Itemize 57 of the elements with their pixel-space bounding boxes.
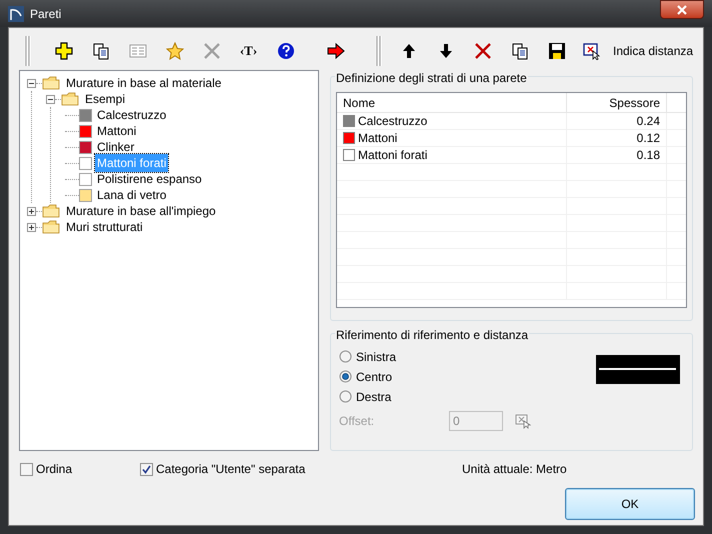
unit-label: Unità attuale: Metro: [462, 461, 567, 478]
pick-icon[interactable]: [515, 413, 531, 430]
indicate-distance-button[interactable]: Indica distanza: [583, 38, 694, 64]
expand-icon[interactable]: [27, 222, 36, 232]
tree-item[interactable]: Lana di vetro: [95, 186, 168, 204]
table-cell-text: Calcestruzzo: [358, 113, 428, 130]
expand-icon[interactable]: [27, 206, 36, 216]
star-icon: [166, 42, 184, 60]
close-icon: [677, 4, 687, 14]
toolbar-grip[interactable]: [25, 36, 31, 66]
ok-button[interactable]: OK: [565, 488, 695, 520]
tree-item[interactable]: Muri strutturati: [64, 218, 145, 236]
column-header[interactable]: Nome: [343, 94, 376, 112]
folder-icon: [42, 76, 60, 90]
checkbox[interactable]: [20, 462, 33, 476]
tree-item[interactable]: Murature in base all'impiego: [64, 202, 218, 220]
radio-label[interactable]: Centro: [356, 368, 392, 386]
table-cell-text: 0.24: [636, 113, 660, 130]
offset-label: Offset:: [339, 413, 376, 430]
form-icon: [128, 42, 146, 60]
radio-button[interactable]: [339, 370, 352, 384]
table-cell-text: Mattoni: [358, 130, 398, 147]
checkbox[interactable]: [140, 462, 153, 476]
radio-button[interactable]: [339, 350, 352, 364]
column-header[interactable]: Spessore: [609, 94, 660, 112]
plus-icon: [54, 42, 72, 60]
radio-button[interactable]: [339, 390, 352, 404]
toolbar-grip[interactable]: [376, 36, 382, 66]
table-cell-text: 0.12: [636, 130, 660, 147]
delete-icon: [474, 42, 492, 60]
folder-icon: [42, 204, 60, 218]
checkbox-label[interactable]: Categoria "Utente" separata: [156, 460, 306, 478]
app-icon: [8, 6, 24, 22]
collapse-icon[interactable]: [27, 78, 36, 88]
table-cell-text: 0.18: [636, 147, 660, 164]
tree-item[interactable]: Murature in base al materiale: [64, 74, 224, 92]
pick-icon: [583, 42, 601, 60]
close-button[interactable]: [660, 0, 704, 19]
tree-item[interactable]: Mattoni: [95, 122, 138, 140]
copy-icon: [92, 42, 110, 60]
collapse-icon[interactable]: [46, 94, 55, 104]
folder-icon: [61, 92, 79, 106]
folder-icon: [42, 220, 60, 234]
radio-label[interactable]: Destra: [356, 388, 392, 406]
tree-item[interactable]: Calcestruzzo: [95, 106, 168, 124]
delete-icon: [202, 42, 220, 60]
arrow-right-icon: [326, 42, 344, 60]
table-cell-text: Mattoni forati: [358, 147, 428, 164]
checkbox-label[interactable]: Ordina: [36, 460, 72, 478]
radio-label[interactable]: Sinistra: [356, 348, 396, 366]
tree-item[interactable]: Clinker: [95, 138, 136, 156]
text-button[interactable]: ‹T›: [230, 38, 267, 64]
window-title: Pareti: [30, 6, 62, 22]
tree-item[interactable]: Polistirene espanso: [95, 170, 204, 188]
copy-icon: [510, 42, 528, 60]
help-icon: [276, 42, 294, 60]
tree-item[interactable]: Esempi: [83, 90, 128, 108]
